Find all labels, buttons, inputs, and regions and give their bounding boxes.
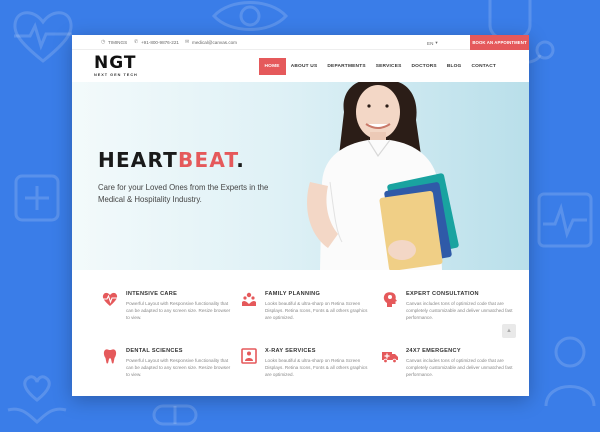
service-title: 24X7 EMERGENCY (406, 348, 461, 354)
hands-icon (242, 292, 256, 306)
phone-icon: ✆ (134, 39, 139, 45)
nav-item-blog[interactable]: BLOG (442, 58, 467, 75)
chevron-down-icon: ▾ (435, 40, 438, 45)
timings-label: TIMINGS (108, 40, 128, 45)
tooth-icon (103, 349, 117, 364)
ambulance-icon (382, 352, 398, 364)
service-desc: Powerful Layout with Responsive function… (126, 301, 231, 321)
email-label: medical@canvas.com (192, 40, 238, 45)
heart-monitor-icon (13, 11, 73, 63)
email-link[interactable]: ✉ medical@canvas.com (185, 39, 238, 46)
service-title: DENTAL SCIENCES (126, 348, 183, 354)
main-nav: HOME ABOUT US DEPARTMENTS SERVICES DOCTO… (258, 58, 502, 75)
hero-subtitle: Care for your Loved Ones from the Expert… (98, 183, 269, 204)
timings-link[interactable]: ◷ TIMINGS (101, 39, 128, 46)
service-desc: Looks beautiful & ultra-sharp on Retina … (265, 358, 368, 378)
language-label: EN (427, 40, 434, 46)
head-icon (383, 292, 397, 307)
nurse-photo (307, 82, 459, 270)
heartbeat-icon (102, 292, 118, 306)
header: NGT NEXT GEN TECH HOME ABOUT US DEPARTME… (72, 50, 529, 82)
phone-label: +91-800-9876-221 (141, 40, 179, 45)
hero-title-accent: BEAT (178, 148, 237, 172)
book-appointment-button[interactable]: BOOK AN APPOINTMENT (470, 35, 529, 50)
service-desc: Looks beautiful & ultra-sharp on Retina … (265, 301, 368, 321)
xray-icon (241, 348, 257, 364)
service-desc: Canvas includes tons of optimized code t… (406, 301, 513, 321)
mail-icon: ✉ (185, 39, 190, 45)
hands-heart-icon (7, 375, 67, 424)
logo[interactable]: NGT NEXT GEN TECH (94, 53, 138, 78)
cross-icon (14, 174, 60, 222)
nav-item-departments[interactable]: DEPARTMENTS (322, 58, 370, 75)
hero-title-dot: . (236, 148, 246, 172)
service-title: EXPERT CONSULTATION (406, 291, 479, 297)
service-title: FAMILY PLANNING (265, 291, 321, 297)
clock-icon: ◷ (101, 39, 106, 45)
service-title: INTENSIVE CARE (126, 291, 178, 297)
service-desc: Powerful Layout with Responsive function… (126, 358, 231, 378)
ekg-icon (537, 192, 593, 248)
website-preview: ◷ TIMINGS ✆ +91-800-9876-221 ✉ medical@c… (72, 35, 529, 396)
logo-tagline: NEXT GEN TECH (94, 73, 138, 77)
services-section: INTENSIVE CARE Powerful Layout with Resp… (72, 270, 529, 396)
top-bar: ◷ TIMINGS ✆ +91-800-9876-221 ✉ medical@c… (72, 35, 529, 50)
language-selector[interactable]: EN ▾ (427, 40, 438, 46)
nav-item-services[interactable]: SERVICES (371, 58, 407, 75)
nav-item-home[interactable]: HOME (258, 58, 286, 75)
chevron-up-icon: ▲ (506, 328, 512, 334)
nav-item-doctors[interactable]: DOCTORS (407, 58, 442, 75)
hero-banner: HEARTBEAT. Care for your Loved Ones from… (72, 82, 529, 270)
nav-item-about-us[interactable]: ABOUT US (286, 58, 323, 75)
eye-icon (211, 1, 289, 31)
logo-text: NGT (94, 53, 137, 73)
service-title: X-RAY SERVICES (265, 348, 316, 354)
scroll-to-top-button[interactable]: ▲ (502, 324, 516, 338)
phone-link[interactable]: ✆ +91-800-9876-221 (134, 39, 179, 46)
hero-title: HEARTBEAT. (98, 148, 245, 172)
pill-icon (152, 404, 198, 426)
nav-item-contact[interactable]: CONTACT (467, 58, 502, 75)
hero-title-dark: HEART (98, 148, 179, 172)
service-desc: Canvas includes tons of optimized code t… (406, 358, 513, 378)
person-icon (544, 336, 596, 407)
